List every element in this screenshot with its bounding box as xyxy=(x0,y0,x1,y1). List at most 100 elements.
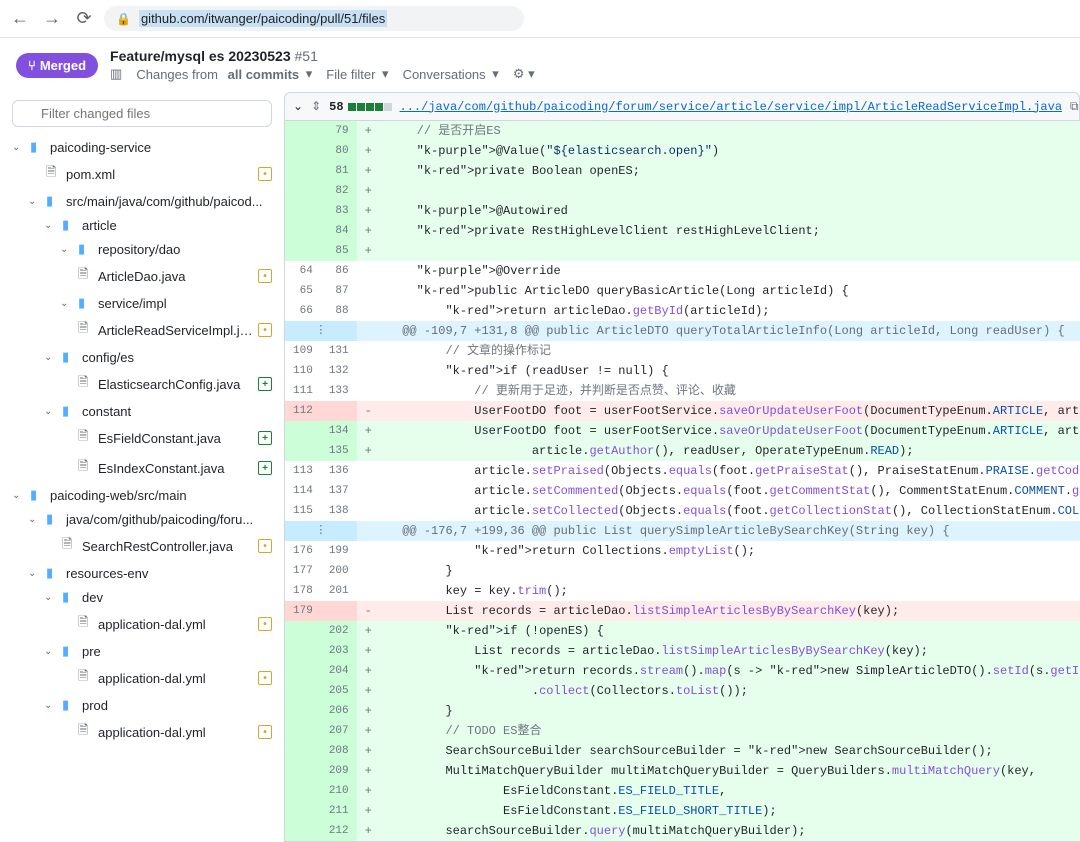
tree-file[interactable]: 🗎EsFieldConstant.java+ xyxy=(12,423,272,453)
new-line-number[interactable]: 79 xyxy=(321,121,357,141)
new-line-number[interactable]: 136 xyxy=(321,461,357,481)
old-line-number[interactable]: 178 xyxy=(285,581,321,601)
old-line-number[interactable] xyxy=(285,741,321,761)
settings-dropdown[interactable]: ⚙ ▾ xyxy=(513,66,535,82)
tree-folder[interactable]: ⌄▮src/main/java/com/github/paicod... xyxy=(12,189,272,213)
tree-folder[interactable]: ⌄▮dev xyxy=(12,585,272,609)
back-button[interactable]: ← xyxy=(8,7,32,31)
new-line-number[interactable]: 86 xyxy=(321,261,357,281)
old-line-number[interactable] xyxy=(285,721,321,741)
new-line-number[interactable]: 82 xyxy=(321,181,357,201)
new-line-number[interactable]: 84 xyxy=(321,221,357,241)
new-line-number[interactable]: 83 xyxy=(321,201,357,221)
new-line-number[interactable]: 138 xyxy=(321,501,357,521)
old-line-number[interactable]: 110 xyxy=(285,361,321,381)
changes-from-dropdown[interactable]: Changes from all commits ▾ xyxy=(136,66,312,82)
old-line-number[interactable]: 111 xyxy=(285,381,321,401)
old-line-number[interactable]: 114 xyxy=(285,481,321,501)
tree-folder[interactable]: ⌄▮resources-env xyxy=(12,561,272,585)
tree-folder[interactable]: ⌄▮prod xyxy=(12,693,272,717)
old-line-number[interactable]: 113 xyxy=(285,461,321,481)
old-line-number[interactable]: 109 xyxy=(285,341,321,361)
new-line-number[interactable]: 135 xyxy=(321,441,357,461)
old-line-number[interactable] xyxy=(285,661,321,681)
file-tree-toggle[interactable]: ▥ xyxy=(110,66,122,82)
new-line-number[interactable]: 212 xyxy=(321,821,357,842)
new-line-number[interactable]: 206 xyxy=(321,701,357,721)
file-filter-dropdown[interactable]: File filter ▾ xyxy=(326,66,388,82)
old-line-number[interactable]: 66 xyxy=(285,301,321,321)
tree-file[interactable]: 🗎application-dal.yml• xyxy=(12,609,272,639)
tree-file[interactable]: 🗎pom.xml• xyxy=(12,159,272,189)
new-line-number[interactable]: 201 xyxy=(321,581,357,601)
new-line-number[interactable]: 81 xyxy=(321,161,357,181)
tree-file[interactable]: 🗎EsIndexConstant.java+ xyxy=(12,453,272,483)
new-line-number[interactable] xyxy=(321,401,357,421)
old-line-number[interactable] xyxy=(285,641,321,661)
new-line-number[interactable]: 208 xyxy=(321,741,357,761)
old-line-number[interactable] xyxy=(285,701,321,721)
new-line-number[interactable] xyxy=(321,601,357,621)
new-line-number[interactable]: 207 xyxy=(321,721,357,741)
tree-file[interactable]: 🗎ArticleReadServiceImpl.ja...• xyxy=(12,315,272,345)
old-line-number[interactable] xyxy=(285,801,321,821)
new-line-number[interactable]: 137 xyxy=(321,481,357,501)
new-line-number[interactable]: 205 xyxy=(321,681,357,701)
old-line-number[interactable] xyxy=(285,821,321,842)
old-line-number[interactable] xyxy=(285,121,321,141)
expand-hunk-icon[interactable]: ⋮ xyxy=(285,521,357,541)
new-line-number[interactable]: 133 xyxy=(321,381,357,401)
old-line-number[interactable]: 177 xyxy=(285,561,321,581)
tree-file[interactable]: 🗎application-dal.yml• xyxy=(12,717,272,747)
old-line-number[interactable] xyxy=(285,221,321,241)
new-line-number[interactable]: 203 xyxy=(321,641,357,661)
tree-folder[interactable]: ⌄▮config/es xyxy=(12,345,272,369)
new-line-number[interactable]: 88 xyxy=(321,301,357,321)
tree-file[interactable]: 🗎application-dal.yml• xyxy=(12,663,272,693)
tree-file[interactable]: 🗎ArticleDao.java• xyxy=(12,261,272,291)
old-line-number[interactable] xyxy=(285,201,321,221)
filter-files-input[interactable] xyxy=(12,100,272,127)
reload-button[interactable]: ⟳ xyxy=(72,7,96,31)
new-line-number[interactable]: 209 xyxy=(321,761,357,781)
old-line-number[interactable] xyxy=(285,181,321,201)
old-line-number[interactable] xyxy=(285,621,321,641)
old-line-number[interactable]: 176 xyxy=(285,541,321,561)
forward-button[interactable]: → xyxy=(40,7,64,31)
tree-folder[interactable]: ⌄▮paicoding-service xyxy=(12,135,272,159)
old-line-number[interactable]: 112 xyxy=(285,401,321,421)
old-line-number[interactable] xyxy=(285,141,321,161)
tree-folder[interactable]: ⌄▮repository/dao xyxy=(12,237,272,261)
old-line-number[interactable]: 65 xyxy=(285,281,321,301)
tree-folder[interactable]: ⌄▮service/impl xyxy=(12,291,272,315)
new-line-number[interactable]: 85 xyxy=(321,241,357,261)
old-line-number[interactable] xyxy=(285,761,321,781)
old-line-number[interactable]: 115 xyxy=(285,501,321,521)
conversations-dropdown[interactable]: Conversations ▾ xyxy=(403,66,499,82)
collapse-file-toggle[interactable]: ⌄ xyxy=(293,99,303,114)
copy-path-icon[interactable]: ⧉ xyxy=(1070,100,1079,114)
new-line-number[interactable]: 134 xyxy=(321,421,357,441)
new-line-number[interactable]: 199 xyxy=(321,541,357,561)
expand-icon[interactable]: ⇕ xyxy=(311,99,321,114)
expand-hunk-icon[interactable]: ⋮ xyxy=(285,321,357,341)
old-line-number[interactable] xyxy=(285,441,321,461)
new-line-number[interactable]: 87 xyxy=(321,281,357,301)
tree-folder[interactable]: ⌄▮constant xyxy=(12,399,272,423)
file-path-link[interactable]: .../java/com/github/paicoding/forum/serv… xyxy=(400,100,1063,114)
old-line-number[interactable]: 64 xyxy=(285,261,321,281)
new-line-number[interactable]: 132 xyxy=(321,361,357,381)
tree-folder[interactable]: ⌄▮paicoding-web/src/main xyxy=(12,483,272,507)
old-line-number[interactable] xyxy=(285,421,321,441)
new-line-number[interactable]: 200 xyxy=(321,561,357,581)
tree-file[interactable]: 🗎SearchRestController.java• xyxy=(12,531,272,561)
old-line-number[interactable] xyxy=(285,681,321,701)
url-bar[interactable]: 🔒 github.com/itwanger/paicoding/pull/51/… xyxy=(104,6,524,31)
new-line-number[interactable]: 211 xyxy=(321,801,357,821)
old-line-number[interactable]: 179 xyxy=(285,601,321,621)
new-line-number[interactable]: 202 xyxy=(321,621,357,641)
new-line-number[interactable]: 80 xyxy=(321,141,357,161)
tree-folder[interactable]: ⌄▮java/com/github/paicoding/foru... xyxy=(12,507,272,531)
old-line-number[interactable] xyxy=(285,241,321,261)
tree-file[interactable]: 🗎ElasticsearchConfig.java+ xyxy=(12,369,272,399)
